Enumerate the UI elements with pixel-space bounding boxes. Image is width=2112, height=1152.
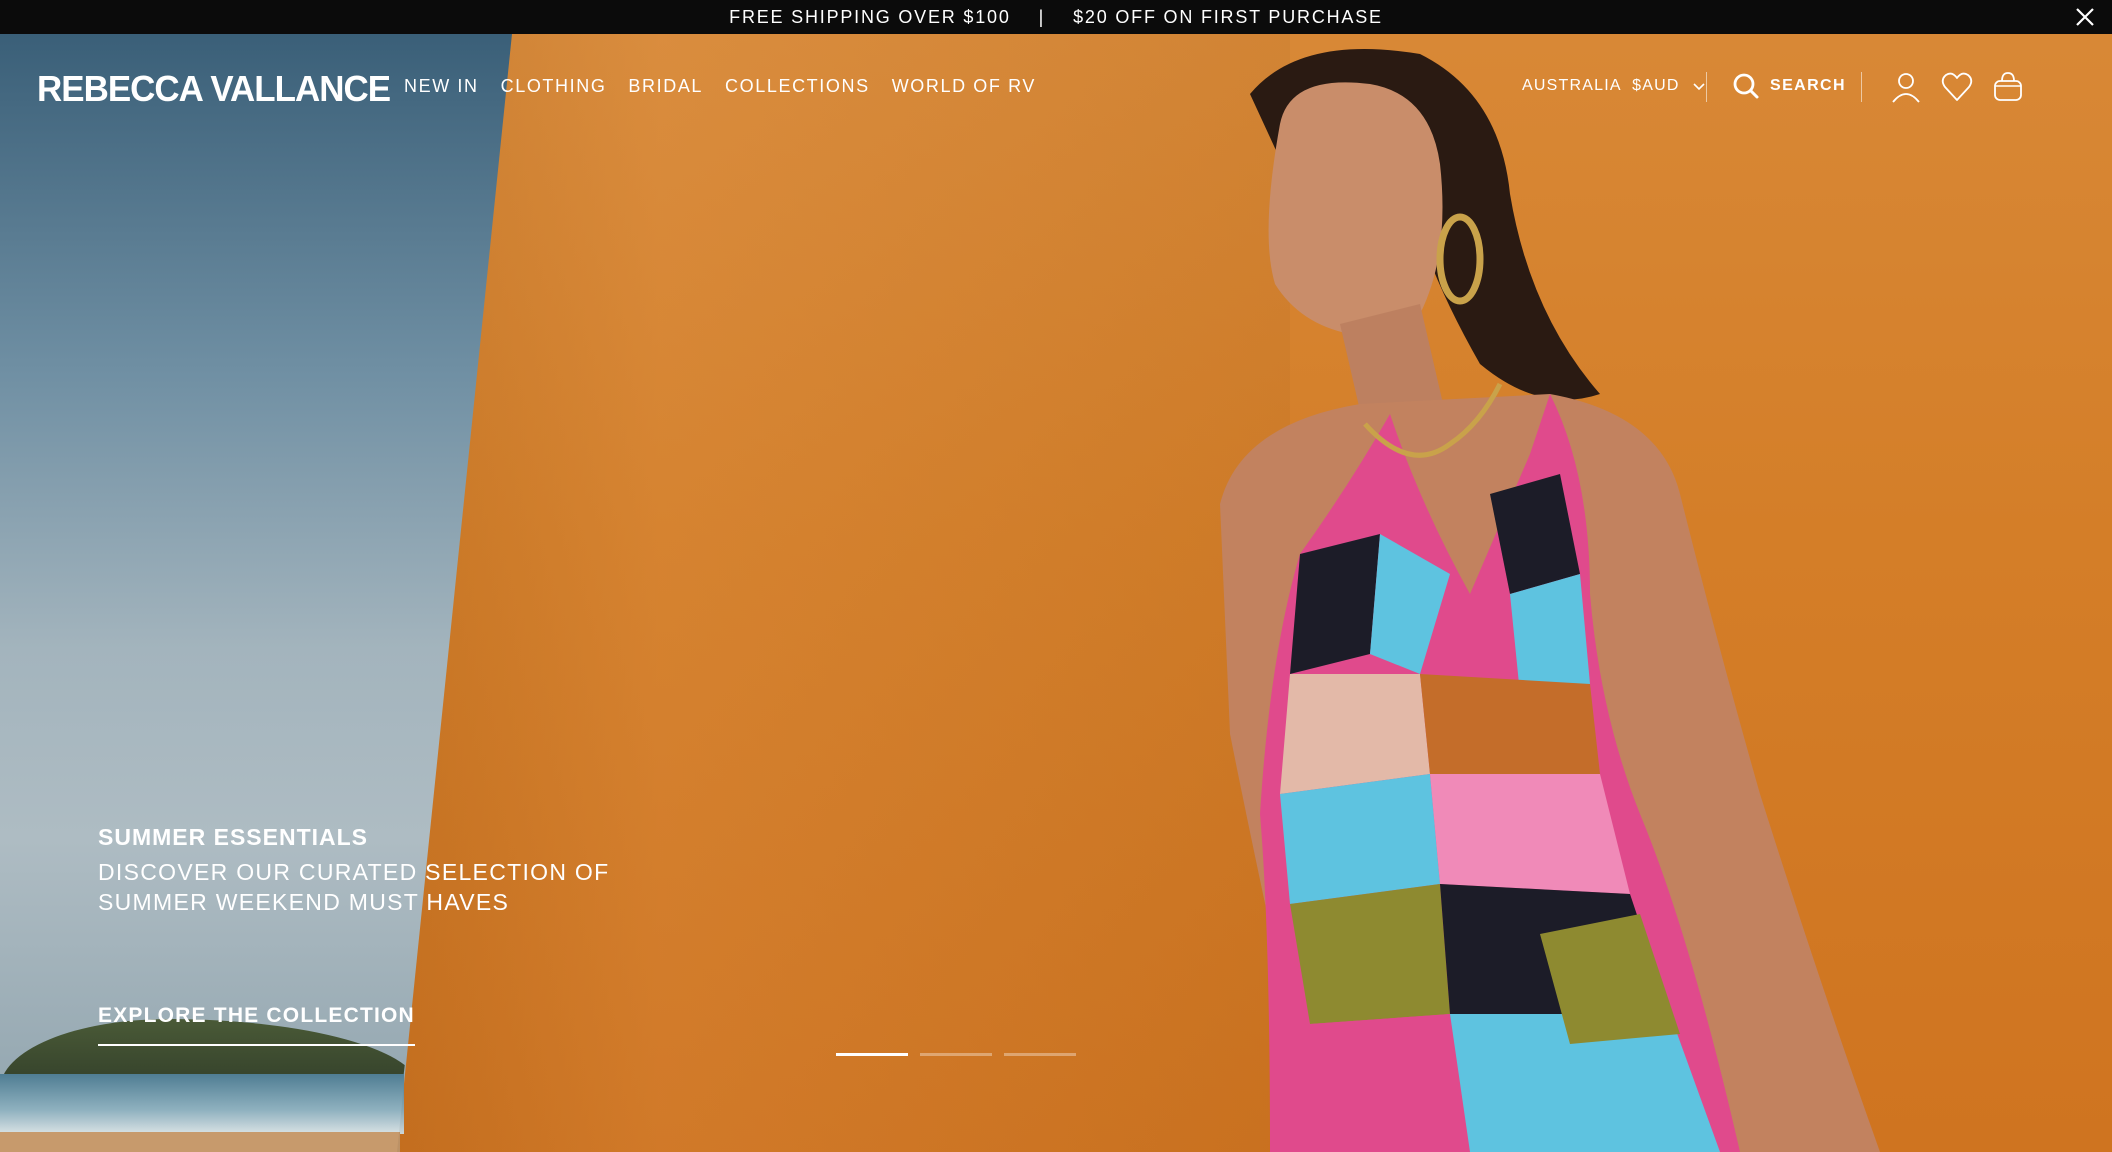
- promo-separator: |: [1038, 6, 1046, 27]
- nav-item-collections[interactable]: COLLECTIONS: [725, 76, 870, 97]
- region-selector[interactable]: AUSTRALIA $AUD: [1522, 77, 1706, 95]
- promo-shipping-text: FREE SHIPPING OVER $100: [729, 6, 1011, 27]
- header-divider: [1706, 72, 1707, 102]
- hero-title: SUMMER ESSENTIALS: [98, 824, 369, 850]
- heart-icon[interactable]: [1940, 70, 1974, 104]
- explore-collection-link[interactable]: EXPLORE THE COLLECTION: [98, 1004, 415, 1046]
- search-label: SEARCH: [1770, 77, 1846, 94]
- promo-bar: FREE SHIPPING OVER $100 | $20 OFF ON FIR…: [0, 0, 2112, 34]
- nav-item-new-in[interactable]: NEW IN: [404, 76, 479, 97]
- carousel-indicators: [836, 1053, 1076, 1056]
- hero-subtitle: DISCOVER OUR CURATED SELECTION OF SUMMER…: [98, 859, 610, 915]
- carousel-dot-1[interactable]: [836, 1053, 908, 1056]
- brand-logo[interactable]: REBECCA VALLANCE: [37, 68, 391, 110]
- site-header: REBECCA VALLANCE NEW IN CLOTHING BRIDAL …: [0, 34, 2112, 140]
- header-divider: [1861, 72, 1862, 102]
- hero-banner[interactable]: [0, 34, 2112, 1152]
- nav-item-bridal[interactable]: BRIDAL: [628, 76, 703, 97]
- hero-copy: SUMMER ESSENTIALS DISCOVER OUR CURATED S…: [98, 824, 618, 917]
- promo-discount-text: $20 OFF ON FIRST PURCHASE: [1073, 6, 1383, 27]
- bag-icon[interactable]: [1991, 70, 2025, 104]
- hero-sand: [0, 1132, 400, 1152]
- user-icon[interactable]: [1889, 70, 1923, 104]
- search-icon: [1733, 73, 1759, 99]
- hero-model-image: [1220, 49, 1880, 1152]
- carousel-dot-3[interactable]: [1004, 1053, 1076, 1056]
- nav-item-clothing[interactable]: CLOTHING: [501, 76, 607, 97]
- main-nav: NEW IN CLOTHING BRIDAL COLLECTIONS WORLD…: [404, 76, 1058, 97]
- hero-sea: [0, 1074, 404, 1134]
- chevron-down-icon: [1693, 83, 1705, 91]
- nav-item-world-of-rv[interactable]: WORLD OF RV: [892, 76, 1036, 97]
- region-label: AUSTRALIA $AUD: [1522, 77, 1680, 94]
- carousel-dot-2[interactable]: [920, 1053, 992, 1056]
- close-icon[interactable]: [2072, 4, 2098, 30]
- search-button[interactable]: SEARCH: [1732, 72, 1846, 100]
